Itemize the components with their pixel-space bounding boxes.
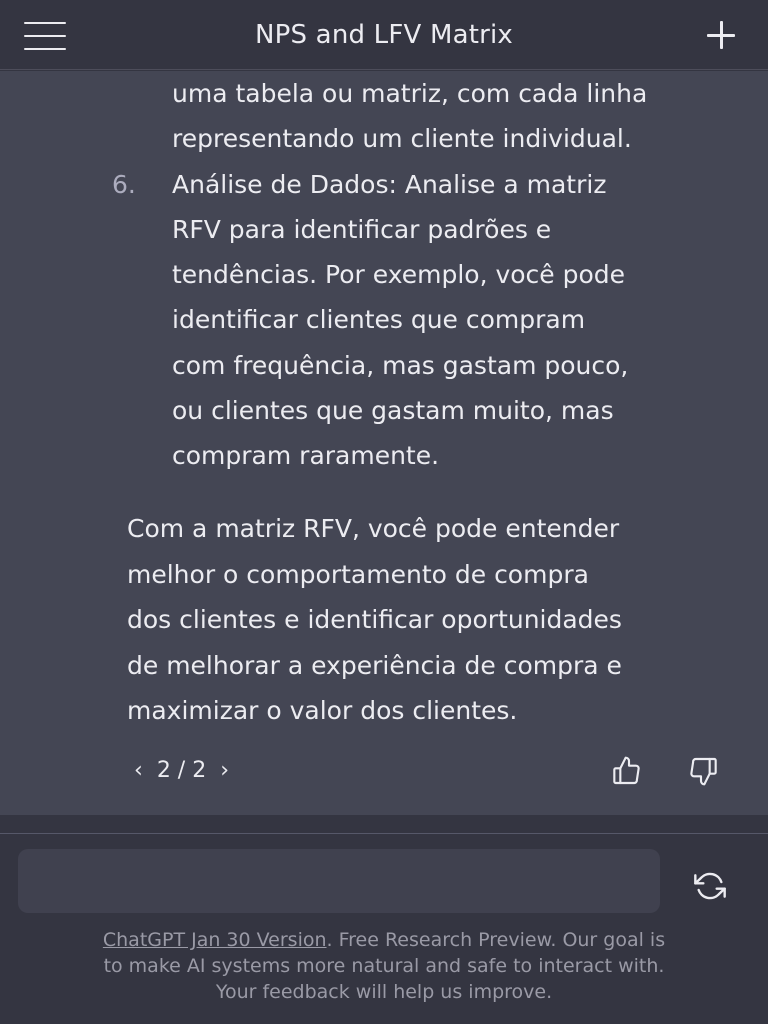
list-line: compram raramente. xyxy=(172,441,440,471)
paragraph-line: melhor o comportamento de compra xyxy=(127,559,589,589)
paragraph-line: Com a matriz RFV, você pode entender xyxy=(127,514,620,543)
response-pager: ‹ 2 / 2 › xyxy=(130,755,233,785)
chevron-left-icon[interactable]: ‹ xyxy=(130,758,147,783)
chevron-right-icon[interactable]: › xyxy=(216,758,233,783)
thumbs-up-icon[interactable] xyxy=(610,755,644,787)
response-count: 2 / 2 xyxy=(156,757,207,783)
message-input[interactable] xyxy=(18,849,660,913)
top-bar: NPS and LFV Matrix xyxy=(0,0,768,70)
list-line: Análise de Dados: Analise a matriz xyxy=(172,169,607,199)
message-paragraph: Com a matriz RFV, você pode entender mel… xyxy=(127,506,747,734)
ordered-list: uma tabela ou matriz, com cada linha rep… xyxy=(110,71,750,479)
divider xyxy=(0,833,768,834)
thumbs-down-icon[interactable] xyxy=(686,755,720,787)
hamburger-menu-icon[interactable] xyxy=(24,22,66,50)
list-line: ou clientes que gastam muito, mas xyxy=(172,396,614,426)
version-link[interactable]: ChatGPT Jan 30 Version xyxy=(103,929,327,951)
assistant-message: uma tabela ou matriz, com cada linha rep… xyxy=(0,71,768,815)
disclaimer-text: . Free Research Preview. Our goal is xyxy=(326,929,666,951)
plus-icon[interactable] xyxy=(704,18,738,52)
disclaimer-text: Your feedback will help us improve. xyxy=(215,981,553,1003)
list-line: RFV para identificar padrões e xyxy=(172,214,552,244)
conversation-title: NPS and LFV Matrix xyxy=(254,19,514,50)
footer-disclaimer: ChatGPT Jan 30 Version. Free Research Pr… xyxy=(20,927,748,1005)
paragraph-line: dos clientes e identificar oportunidades xyxy=(127,605,622,634)
regenerate-icon[interactable] xyxy=(690,870,730,902)
list-number: 6. xyxy=(112,169,136,199)
disclaimer-text: to make AI systems more natural and safe… xyxy=(103,955,665,977)
list-line: uma tabela ou matriz, com cada linha xyxy=(172,79,648,108)
list-item: 6. Análise de Dados: Analise a matriz RF… xyxy=(110,162,750,479)
list-line: com frequência, mas gastam pouco, xyxy=(172,350,629,380)
list-item-continuation: uma tabela ou matriz, com cada linha rep… xyxy=(110,71,750,162)
list-line: identificar clientes que compram xyxy=(172,305,586,335)
list-line: tendências. Por exemplo, você pode xyxy=(172,260,626,290)
list-line: representando um cliente individual. xyxy=(172,124,632,154)
paragraph-line: de melhorar a experiência de compra e xyxy=(127,650,622,680)
composer-area: ChatGPT Jan 30 Version. Free Research Pr… xyxy=(0,815,768,1024)
paragraph-line: maximizar o valor dos clientes. xyxy=(127,696,518,725)
